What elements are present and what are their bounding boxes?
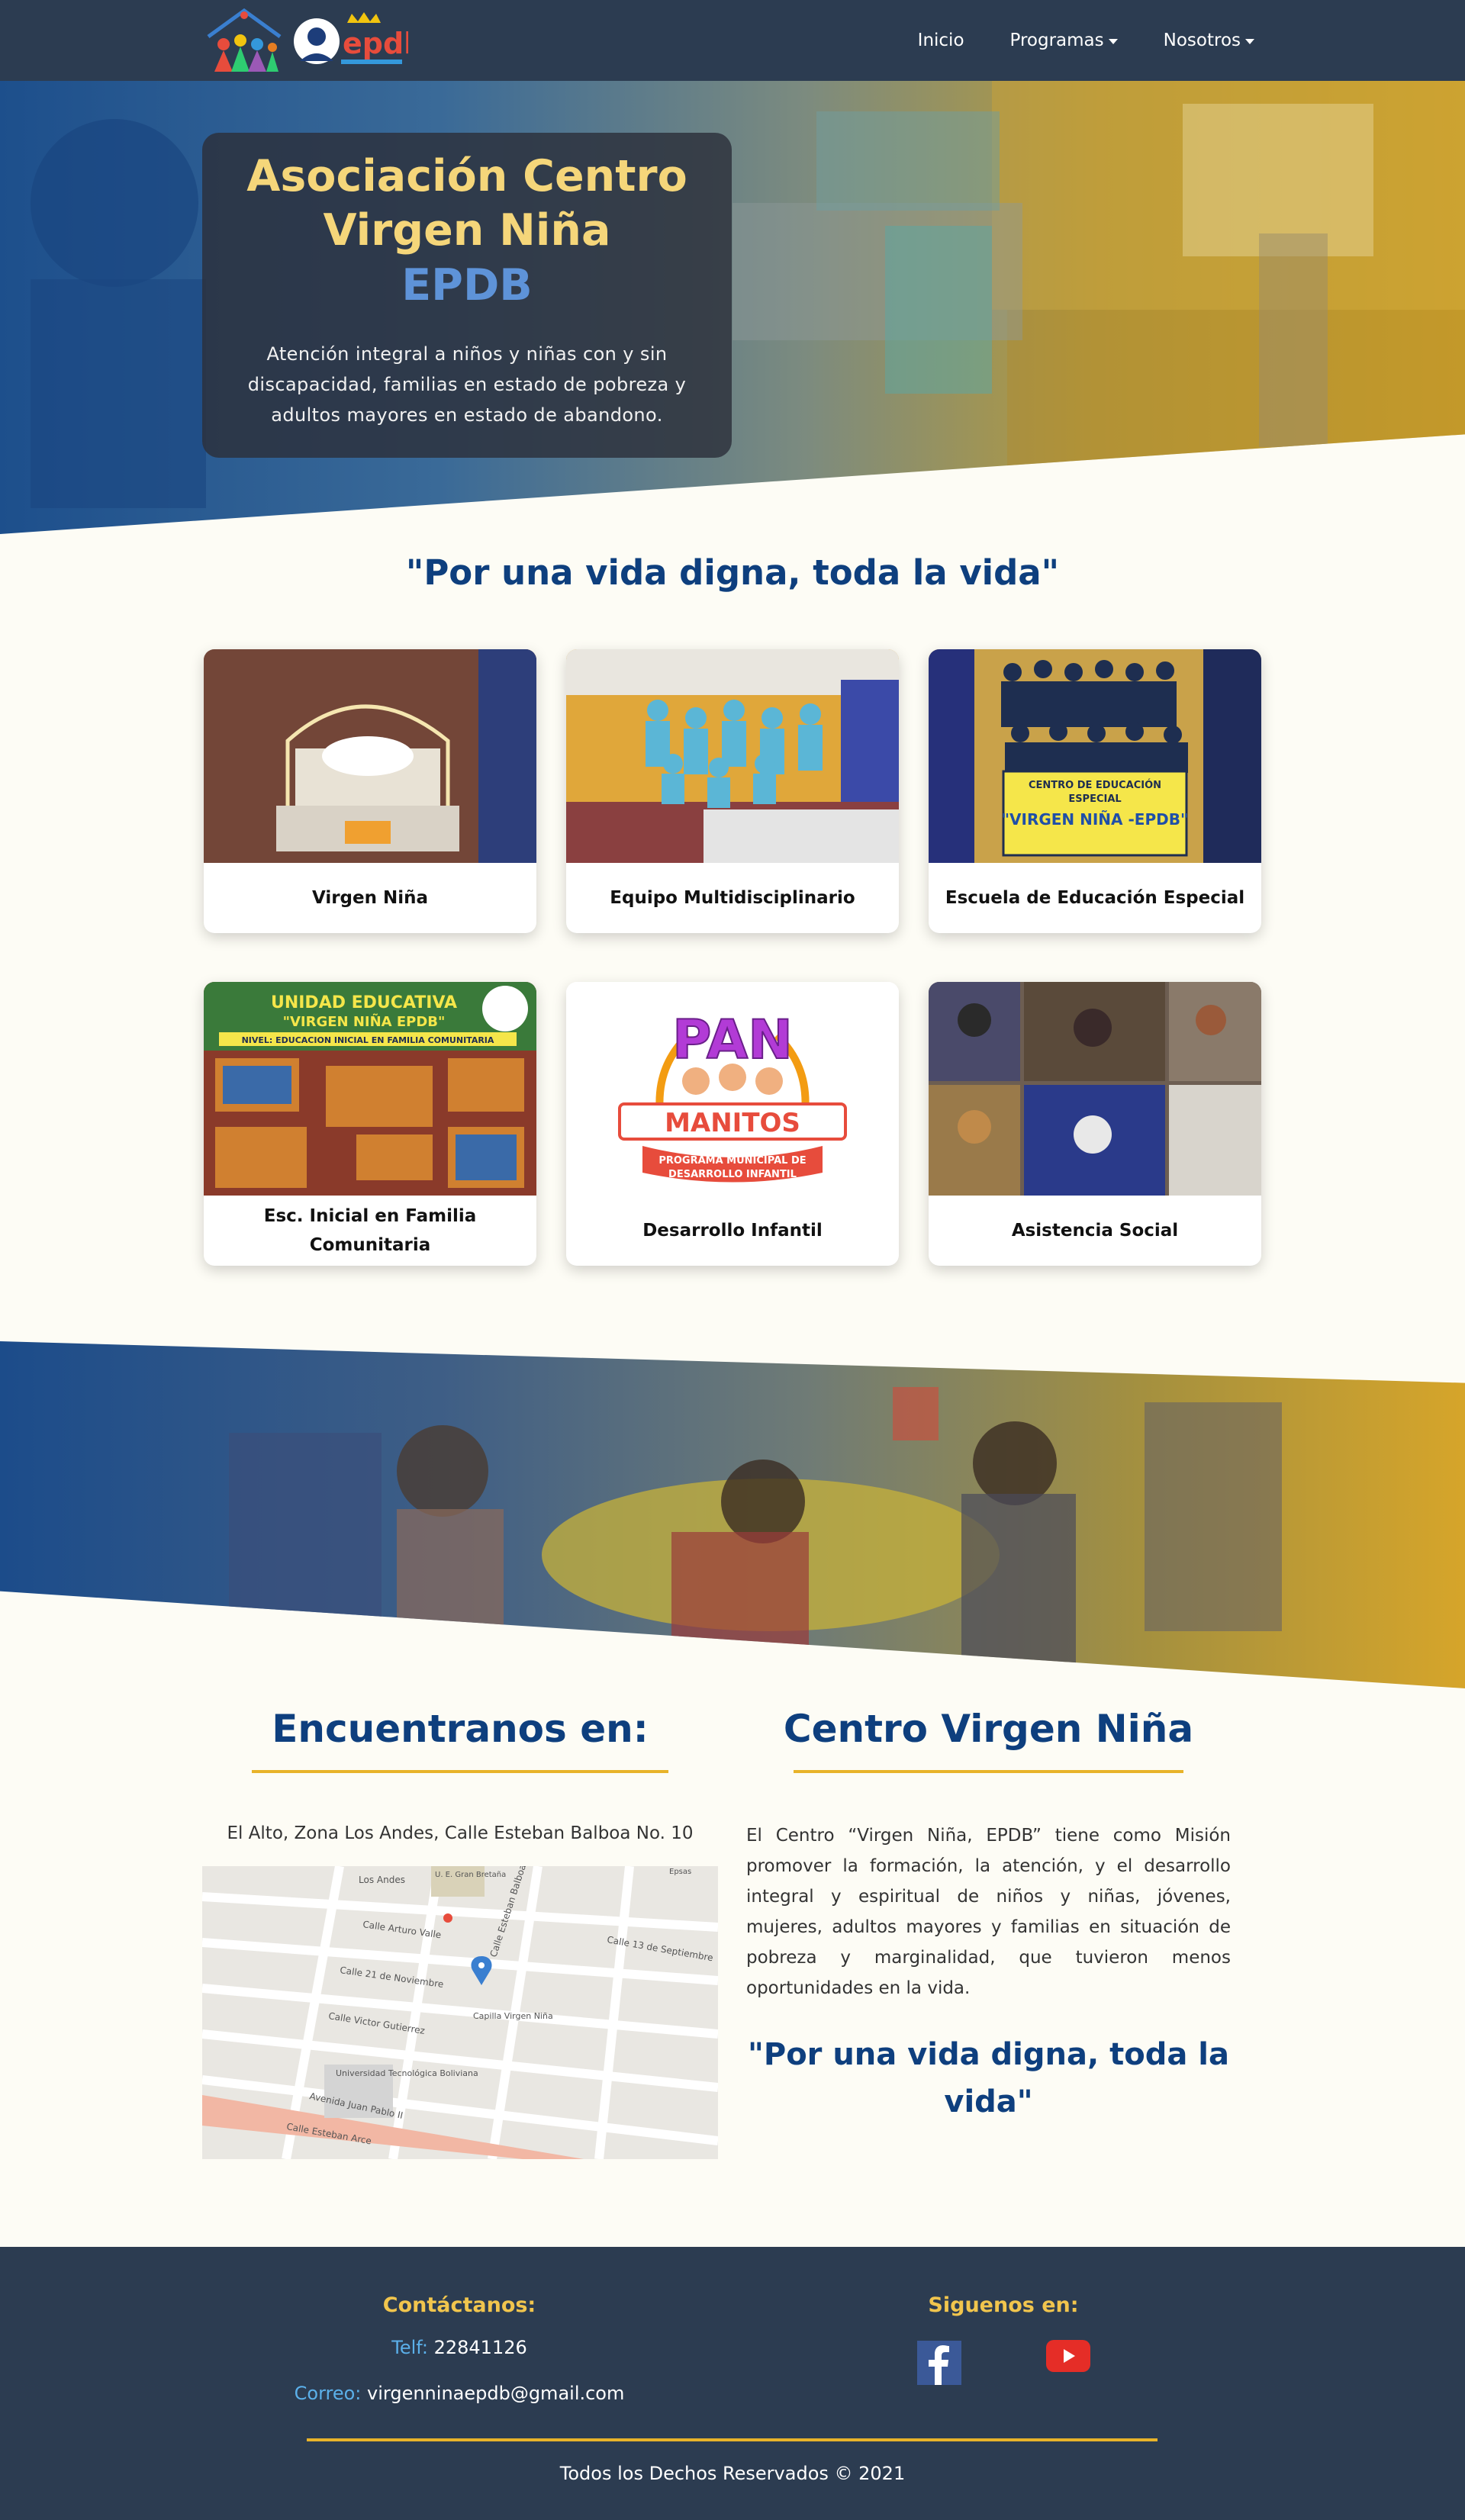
inicial-image: UNIDAD EDUCATIVA "VIRGEN NIÑA EPDB" NIVE… [204, 982, 536, 1196]
hero-title: Asociación Centro Virgen Niña [246, 151, 687, 256]
hero-card: Asociación Centro Virgen Niña EPDB Atenc… [202, 133, 732, 458]
nav-programas-label: Programas [1009, 31, 1104, 50]
about-heading: Centro Virgen Niña [783, 1707, 1194, 1751]
sign-line-1: CENTRO DE EDUCACIÓN [1029, 779, 1161, 791]
main-nav: Inicio Programas Nosotros [918, 0, 1254, 81]
location-heading-underline [252, 1770, 668, 1773]
motto-heading: "Por una vida digna, toda la vida" [405, 552, 1060, 593]
location-map[interactable]: Los Andes U. E. Gran Bretaña Calle Artur… [202, 1866, 718, 2159]
map-label-corner: Epsas [669, 1868, 691, 1876]
program-card-title: Desarrollo Infantil [642, 1221, 823, 1241]
equipo-image [566, 649, 899, 863]
about-heading-underline [794, 1770, 1183, 1773]
sign-level: NIVEL: EDUCACION INICIAL EN FAMILIA COMU… [242, 1035, 494, 1045]
about-motto: "Por una vida digna, toda la vida" [748, 2037, 1229, 2119]
program-card-equipo[interactable]: Equipo Multidisciplinario [566, 649, 899, 933]
map-label-poi2: Universidad Tecnológica Boliviana [336, 2068, 478, 2078]
navbar: epdb Inicio Programas Nosotros [0, 0, 1465, 81]
youtube-icon[interactable] [1046, 2340, 1090, 2375]
classroom-photo-banner [0, 1341, 1465, 1688]
sign-title: UNIDAD EDUCATIVA [271, 993, 457, 1012]
email-value[interactable]: virgenninaepdb@gmail.com [367, 2383, 624, 2404]
map-label-school: U. E. Gran Bretaña [435, 1871, 506, 1879]
asistencia-social-image [929, 982, 1261, 1196]
location-address: El Alto, Zona Los Andes, Calle Esteban B… [227, 1823, 694, 1843]
caret-down-icon [1245, 38, 1254, 44]
nav-programas-dropdown[interactable]: Programas [1010, 31, 1118, 50]
panmanitos-caption2: DESARROLLO INFANTIL [668, 1169, 797, 1180]
sign-line-3: "VIRGEN NIÑA -EPDB" [1002, 810, 1189, 829]
location-heading: Encuentranos en: [272, 1707, 649, 1751]
sign-subtitle: "VIRGEN NIÑA EPDB" [283, 1012, 446, 1030]
footer-divider [307, 2438, 1158, 2441]
nav-inicio-label: Inicio [917, 31, 964, 50]
hero-description: Atención integral a niños y niñas con y … [247, 343, 687, 426]
panmanitos-line1: PAN [672, 1009, 793, 1071]
panmanitos-logo-image: PAN MANITOS PROGRAMA MUNICIPAL DE DESARR… [566, 982, 899, 1196]
program-card-desarrollo-infantil[interactable]: PAN MANITOS PROGRAMA MUNICIPAL DE DESARR… [566, 982, 899, 1266]
hero-subtitle: EPDB [401, 260, 533, 311]
phone-label: Telf: [391, 2337, 428, 2358]
phone-value[interactable]: 22841126 [434, 2337, 527, 2358]
program-card-title: Escuela de Educación Especial [945, 888, 1245, 908]
about-description: El Centro “Virgen Niña, EPDB” tiene como… [746, 1826, 1231, 1998]
classroom-photo [229, 1387, 1282, 1669]
map-label-poi1: Capilla Virgen Niña [473, 2011, 553, 2021]
copyright-text: Todos los Dechos Reservados © 2021 [559, 2463, 906, 2484]
program-card-title: Esc. Inicial en Familia Comunitaria [263, 1206, 477, 1255]
program-card-asistencia-social[interactable]: Asistencia Social [929, 982, 1261, 1266]
panmanitos-line2: MANITOS [665, 1108, 800, 1138]
site-logo[interactable]: epdb [202, 6, 424, 75]
email-label: Correo: [294, 2383, 362, 2404]
sign-line-2: ESPECIAL [1068, 793, 1121, 805]
hero-banner: Asociación Centro Virgen Niña EPDB Atenc… [0, 81, 1465, 534]
program-card-virgen-nina[interactable]: Virgen Niña [204, 649, 536, 933]
nav-inicio[interactable]: Inicio [918, 31, 964, 50]
social-heading: Siguenos en: [928, 2293, 1079, 2317]
virgen-nina-image [204, 649, 536, 863]
contact-heading: Contáctanos: [382, 2293, 536, 2317]
contact-email: Correo: virgenninaepdb@gmail.com [230, 2383, 688, 2404]
logo-text: epdb [343, 27, 408, 60]
contact-phone: Telf: 22841126 [307, 2337, 612, 2358]
map-label-area: Los Andes [359, 1875, 405, 1885]
program-card-title: Asistencia Social [1011, 1221, 1179, 1241]
nav-nosotros-label: Nosotros [1163, 31, 1241, 50]
program-card-title: Virgen Niña [311, 888, 429, 908]
nav-nosotros-dropdown[interactable]: Nosotros [1164, 31, 1254, 50]
program-card-escuela-especial[interactable]: CENTRO DE EDUCACIÓN ESPECIAL "VIRGEN NIÑ… [929, 649, 1261, 933]
caret-down-icon [1108, 38, 1118, 44]
escuela-especial-image: CENTRO DE EDUCACIÓN ESPECIAL "VIRGEN NIÑ… [929, 649, 1261, 863]
program-card-inicial[interactable]: UNIDAD EDUCATIVA "VIRGEN NIÑA EPDB" NIVE… [204, 982, 536, 1266]
panmanitos-caption1: PROGRAMA MUNICIPAL DE [658, 1155, 806, 1167]
program-card-title: Equipo Multidisciplinario [610, 888, 855, 908]
facebook-icon[interactable] [917, 2341, 961, 2388]
